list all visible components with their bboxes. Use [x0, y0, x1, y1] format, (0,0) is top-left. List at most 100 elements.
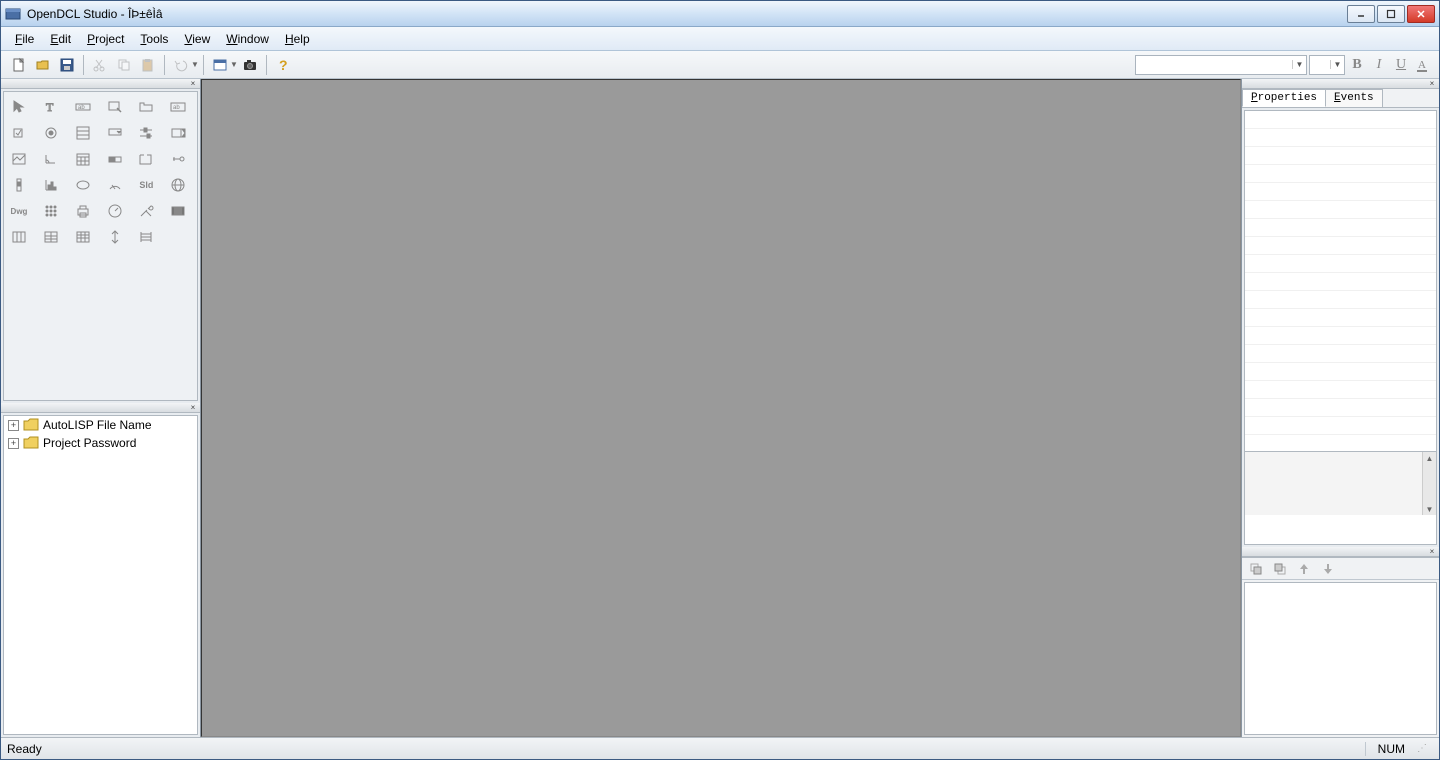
- listbox-tool[interactable]: [70, 122, 96, 144]
- expand-icon[interactable]: +: [8, 438, 19, 449]
- link-tool[interactable]: [165, 148, 191, 170]
- globe-tool[interactable]: [165, 174, 191, 196]
- dwg-tool[interactable]: Dwg: [6, 200, 32, 222]
- font-color-button[interactable]: A: [1413, 55, 1433, 75]
- camera-button[interactable]: [239, 54, 261, 76]
- angle-tool[interactable]: [38, 148, 64, 170]
- menu-tools[interactable]: Tools: [132, 29, 176, 49]
- spinner-tool[interactable]: [165, 122, 191, 144]
- image-tool[interactable]: [6, 148, 32, 170]
- menu-edit[interactable]: Edit: [42, 29, 79, 49]
- cut-button[interactable]: [89, 54, 111, 76]
- italic-button[interactable]: I: [1369, 55, 1389, 75]
- undo-button[interactable]: [170, 54, 192, 76]
- svg-text:A: A: [1418, 59, 1426, 71]
- grid-tool[interactable]: [38, 200, 64, 222]
- menu-help[interactable]: Help: [277, 29, 318, 49]
- table3-tool[interactable]: [70, 226, 96, 248]
- menu-file[interactable]: File: [7, 29, 42, 49]
- status-bar: Ready NUM ⋰: [1, 737, 1439, 759]
- scroll-down-icon[interactable]: ▼: [1423, 503, 1436, 515]
- font-family-combo[interactable]: ▼: [1135, 55, 1307, 75]
- bold-button[interactable]: B: [1347, 55, 1367, 75]
- mdi-area[interactable]: [201, 79, 1241, 737]
- tree-header[interactable]: ×: [1, 403, 200, 413]
- menu-project[interactable]: Project: [79, 29, 132, 49]
- gauge-tool[interactable]: [102, 174, 128, 196]
- textbox-tool[interactable]: ab: [70, 96, 96, 118]
- property-grid[interactable]: ▲ ▼: [1244, 110, 1437, 545]
- panel-close-icon[interactable]: ×: [188, 404, 198, 412]
- form-button[interactable]: [209, 54, 231, 76]
- copy-button[interactable]: [113, 54, 135, 76]
- align-tool[interactable]: [133, 226, 159, 248]
- separator: [203, 55, 204, 75]
- text-tool[interactable]: T: [38, 96, 64, 118]
- labelbox-tool[interactable]: ab: [165, 96, 191, 118]
- splitter-tool[interactable]: [102, 226, 128, 248]
- tab-events[interactable]: Events: [1325, 89, 1383, 107]
- button-tool[interactable]: [102, 96, 128, 118]
- ellipse-tool[interactable]: [70, 174, 96, 196]
- send-back-button[interactable]: [1270, 560, 1290, 578]
- tab-properties[interactable]: Properties: [1242, 89, 1326, 107]
- zorder-list[interactable]: [1244, 582, 1437, 735]
- menu-window[interactable]: Window: [218, 29, 277, 49]
- slide-tool[interactable]: Sld: [133, 174, 159, 196]
- open-button[interactable]: [32, 54, 54, 76]
- svg-text:?: ?: [279, 57, 288, 73]
- dial-tool[interactable]: [102, 200, 128, 222]
- title-bar[interactable]: OpenDCL Studio - ÎÞ±êÌâ: [1, 1, 1439, 27]
- move-up-button[interactable]: [1294, 560, 1314, 578]
- paste-button[interactable]: [137, 54, 159, 76]
- property-rows[interactable]: [1245, 111, 1436, 451]
- resize-grip-icon[interactable]: ⋰: [1417, 743, 1433, 754]
- panel-close-icon[interactable]: ×: [1427, 548, 1437, 556]
- table2-tool[interactable]: [38, 226, 64, 248]
- tree-item-autolisp[interactable]: + AutoLISP File Name: [4, 416, 197, 434]
- new-button[interactable]: [8, 54, 30, 76]
- bring-front-button[interactable]: [1246, 560, 1266, 578]
- window-title: OpenDCL Studio - ÎÞ±êÌâ: [27, 7, 1347, 21]
- frame-tool[interactable]: [133, 148, 159, 170]
- font-size-combo[interactable]: ▼: [1309, 55, 1345, 75]
- help-button[interactable]: ?: [272, 54, 294, 76]
- radio-tool[interactable]: [38, 122, 64, 144]
- left-column: × T ab ab: [1, 79, 201, 737]
- form-dropdown-icon[interactable]: ▼: [230, 60, 238, 69]
- close-button[interactable]: [1407, 5, 1435, 23]
- underline-button[interactable]: U: [1391, 55, 1411, 75]
- menu-view[interactable]: View: [176, 29, 218, 49]
- maximize-button[interactable]: [1377, 5, 1405, 23]
- scroll-up-icon[interactable]: ▲: [1423, 452, 1436, 464]
- calendar-tool[interactable]: [70, 148, 96, 170]
- checkbox-tool[interactable]: [6, 122, 32, 144]
- tree-label: AutoLISP File Name: [43, 418, 152, 432]
- minimize-button[interactable]: [1347, 5, 1375, 23]
- zorder-header[interactable]: ×: [1242, 547, 1439, 557]
- chart-tool[interactable]: [38, 174, 64, 196]
- tab-tool[interactable]: [133, 96, 159, 118]
- right-column: × Properties Events ▲ ▼ ×: [1241, 79, 1439, 737]
- progress-tool[interactable]: [102, 148, 128, 170]
- scrollbar[interactable]: ▲ ▼: [1422, 452, 1436, 515]
- tree-item-password[interactable]: + Project Password: [4, 434, 197, 452]
- properties-header[interactable]: ×: [1242, 79, 1439, 89]
- pointer-tool[interactable]: [6, 96, 32, 118]
- tools-icon[interactable]: [133, 200, 159, 222]
- toolbox-header[interactable]: ×: [1, 79, 200, 89]
- project-tree[interactable]: + AutoLISP File Name + Project Password: [3, 415, 198, 735]
- move-down-button[interactable]: [1318, 560, 1338, 578]
- expand-icon[interactable]: +: [8, 420, 19, 431]
- slider-tool[interactable]: [133, 122, 159, 144]
- panel-close-icon[interactable]: ×: [188, 80, 198, 88]
- print-tool[interactable]: [70, 200, 96, 222]
- scrollbar-tool[interactable]: [6, 174, 32, 196]
- undo-dropdown-icon[interactable]: ▼: [191, 60, 199, 69]
- app-window: OpenDCL Studio - ÎÞ±êÌâ File Edit Projec…: [0, 0, 1440, 760]
- panel-close-icon[interactable]: ×: [1427, 80, 1437, 88]
- table1-tool[interactable]: [6, 226, 32, 248]
- combobox-tool[interactable]: [102, 122, 128, 144]
- film-tool[interactable]: [165, 200, 191, 222]
- save-button[interactable]: [56, 54, 78, 76]
